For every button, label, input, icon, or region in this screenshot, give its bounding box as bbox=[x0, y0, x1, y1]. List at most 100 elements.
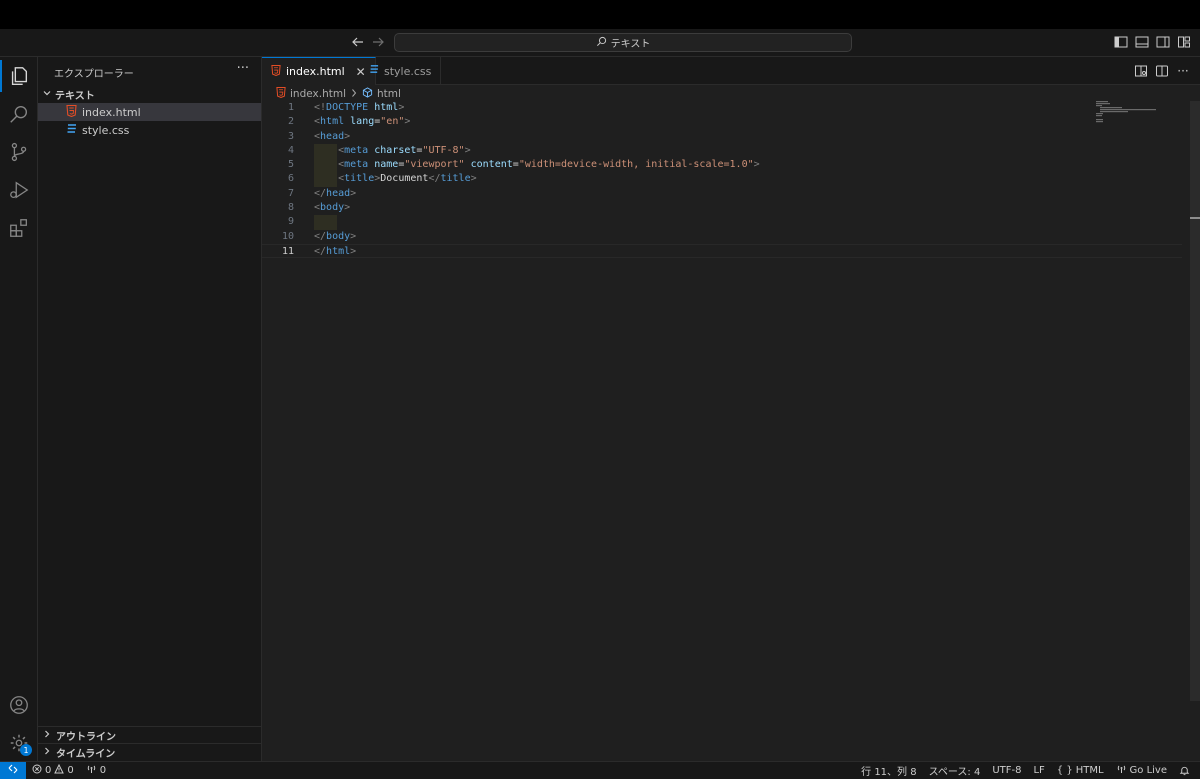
tab-label: style.css bbox=[384, 64, 432, 78]
code-text: <html lang="en"> bbox=[314, 115, 410, 129]
line-number: 7 bbox=[287, 187, 294, 199]
css-file-icon bbox=[369, 64, 379, 78]
timeline-label: タイムライン bbox=[56, 749, 116, 760]
code-token: title bbox=[344, 173, 375, 185]
explorer-sidebar: エクスプローラー ··· テキスト index.html style.css ア… bbox=[38, 57, 262, 761]
code-token: </ bbox=[314, 187, 327, 199]
code-token: body bbox=[320, 202, 345, 214]
line-number: 9 bbox=[287, 216, 294, 228]
bell-icon[interactable] bbox=[1173, 765, 1200, 776]
code-editor[interactable]: 1 <!DOCTYPE html> 2 <html lang="en"> 3 <head>… bbox=[262, 101, 1182, 259]
code-token: head bbox=[320, 130, 345, 142]
chevron-right-icon bbox=[42, 746, 52, 759]
code-line[interactable]: 11 </html> bbox=[262, 243, 1182, 259]
code-token: > bbox=[350, 187, 357, 199]
indentation[interactable]: スペース: 4 bbox=[923, 763, 987, 778]
outline-section[interactable]: アウトライン bbox=[38, 726, 261, 744]
line-number: 4 bbox=[287, 144, 294, 156]
code-token: meta bbox=[344, 159, 369, 171]
code-token: lang bbox=[350, 116, 375, 128]
go-live-label: Go Live bbox=[1129, 765, 1167, 776]
code-text: <meta charset="UTF-8"> bbox=[314, 144, 471, 158]
line-number: 8 bbox=[287, 202, 294, 214]
outline-label: アウトライン bbox=[56, 732, 116, 743]
html-file-icon bbox=[66, 104, 77, 120]
folder-root[interactable]: テキスト bbox=[38, 85, 262, 103]
indent-highlight bbox=[314, 215, 337, 230]
run-debug-icon[interactable] bbox=[0, 171, 38, 209]
ports-indicator[interactable]: 0 bbox=[80, 764, 112, 777]
toggle-panel-icon[interactable] bbox=[1135, 35, 1149, 49]
code-text: </body> bbox=[314, 230, 356, 244]
file-item-index-html[interactable]: index.html bbox=[38, 103, 261, 121]
file-item-style-css[interactable]: style.css bbox=[38, 121, 261, 139]
code-line[interactable]: 7 </head> bbox=[262, 187, 1182, 201]
remote-icon bbox=[7, 763, 19, 778]
end-of-line[interactable]: LF bbox=[1027, 765, 1050, 776]
search-icon[interactable] bbox=[0, 95, 38, 133]
line-number: 2 bbox=[287, 116, 294, 128]
code-token: <! bbox=[314, 102, 327, 113]
code-token: content bbox=[470, 159, 513, 171]
toggle-primary-sidebar-icon[interactable] bbox=[1114, 35, 1128, 49]
code-token: > bbox=[350, 230, 357, 242]
code-line[interactable]: 6 <title>Document</title> bbox=[262, 172, 1182, 187]
code-text: <title>Document</title> bbox=[314, 172, 477, 186]
code-line[interactable]: 1 <!DOCTYPE html> bbox=[262, 101, 1182, 115]
code-line[interactable]: 2 <html lang="en"> bbox=[262, 115, 1182, 129]
manage-gear-icon[interactable]: 1 bbox=[0, 724, 38, 762]
folder-label: テキスト bbox=[55, 90, 95, 102]
breadcrumb: index.html html bbox=[276, 87, 401, 101]
line-number: 3 bbox=[287, 130, 294, 142]
code-line[interactable]: 8 <body> bbox=[262, 201, 1182, 215]
title-bar: テキスト bbox=[0, 29, 1200, 57]
account-icon[interactable] bbox=[0, 686, 38, 724]
chevron-down-icon bbox=[42, 88, 52, 101]
code-text: <!DOCTYPE html> bbox=[314, 101, 404, 115]
arrow-left-icon[interactable] bbox=[350, 34, 366, 50]
code-text: <meta name="viewport" content="width=dev… bbox=[314, 158, 760, 172]
open-preview-icon[interactable] bbox=[1134, 64, 1148, 78]
code-line[interactable]: 9 bbox=[262, 215, 1182, 230]
error-count: 0 bbox=[45, 765, 52, 776]
broadcast-icon bbox=[86, 764, 97, 777]
customize-layout-icon[interactable] bbox=[1177, 35, 1191, 49]
remote-indicator[interactable] bbox=[0, 761, 26, 779]
code-line[interactable]: 10 </body> bbox=[262, 230, 1182, 244]
search-icon bbox=[596, 36, 607, 50]
code-line[interactable]: 3 <head> bbox=[262, 130, 1182, 144]
more-actions-icon[interactable]: ··· bbox=[237, 61, 249, 76]
toggle-secondary-sidebar-icon[interactable] bbox=[1156, 35, 1170, 49]
cursor-position[interactable]: 行 11、列 8 bbox=[855, 763, 922, 778]
line-number: 5 bbox=[287, 159, 294, 171]
breadcrumb-file[interactable]: index.html bbox=[290, 88, 346, 100]
vertical-scrollbar[interactable] bbox=[1190, 101, 1200, 701]
split-editor-icon[interactable] bbox=[1155, 64, 1169, 78]
more-actions-icon[interactable]: ··· bbox=[1176, 64, 1190, 78]
code-line[interactable]: 5 <meta name="viewport" content="width=d… bbox=[262, 158, 1182, 173]
line-number: 11 bbox=[281, 245, 294, 257]
code-token: html bbox=[326, 245, 351, 257]
ports-count: 0 bbox=[99, 765, 107, 776]
command-center-search[interactable]: テキスト bbox=[394, 33, 852, 52]
go-live-button[interactable]: Go Live bbox=[1110, 764, 1173, 777]
code-token: > bbox=[350, 245, 357, 257]
code-token: charset bbox=[374, 144, 417, 156]
explorer-icon[interactable] bbox=[0, 57, 38, 95]
code-token: body bbox=[326, 230, 351, 242]
extensions-icon[interactable] bbox=[0, 209, 38, 247]
breadcrumb-symbol[interactable]: html bbox=[377, 88, 401, 100]
minimap[interactable] bbox=[1096, 101, 1156, 131]
problems-indicator[interactable]: 0 0 bbox=[26, 763, 80, 777]
sidebar-title: エクスプローラー bbox=[54, 69, 134, 80]
arrow-right-icon[interactable] bbox=[370, 34, 386, 50]
language-mode[interactable]: { } HTML bbox=[1051, 765, 1110, 776]
tab-style-css[interactable]: style.css bbox=[360, 57, 442, 85]
timeline-section[interactable]: タイムライン bbox=[38, 743, 261, 761]
code-line[interactable]: 4 <meta charset="UTF-8"> bbox=[262, 143, 1182, 159]
tab-index-html[interactable]: index.html ✕ bbox=[262, 57, 376, 85]
source-control-icon[interactable] bbox=[0, 133, 38, 171]
encoding[interactable]: UTF-8 bbox=[986, 765, 1027, 776]
window-top-strip bbox=[0, 0, 1200, 29]
